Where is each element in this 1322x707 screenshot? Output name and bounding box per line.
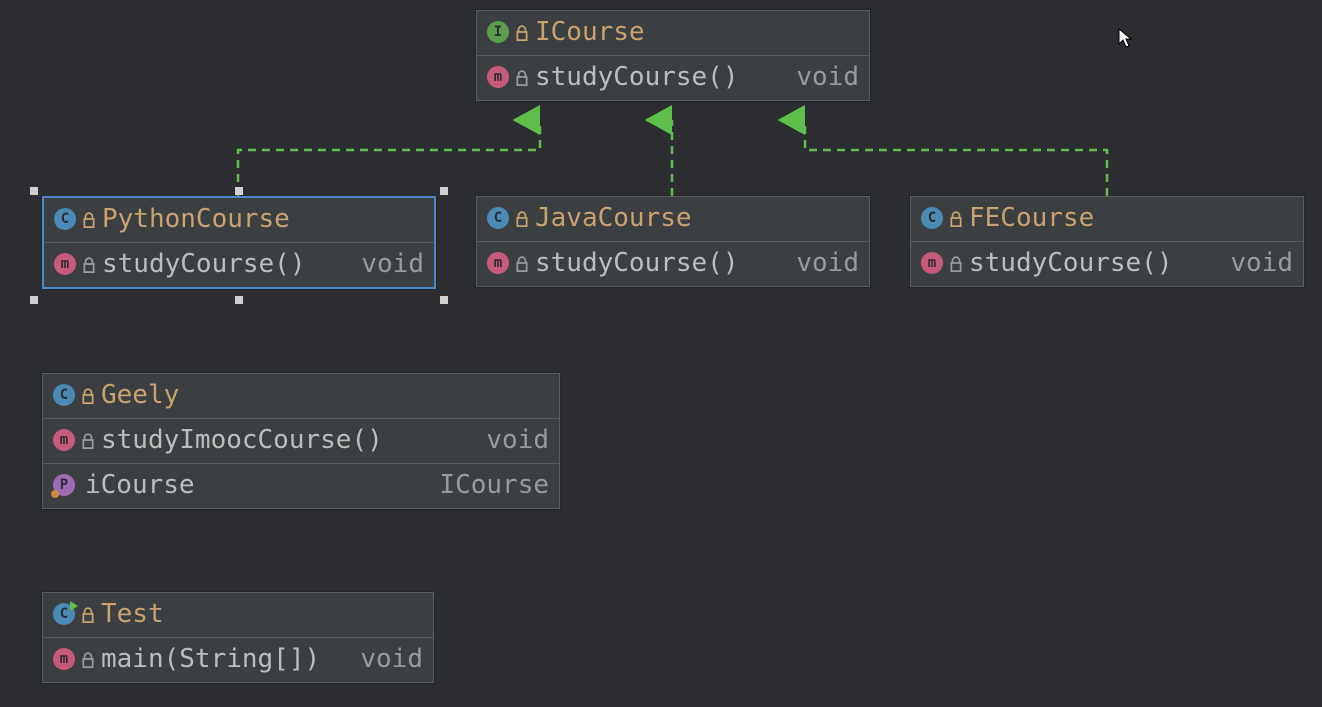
member-name: iCourse (85, 470, 433, 500)
lock-icon (949, 256, 963, 270)
member-name: main(String[]) (101, 644, 354, 674)
lock-icon (82, 257, 96, 271)
member-return: ICourse (439, 470, 549, 500)
node-header: C Geely (43, 374, 559, 419)
lock-icon (81, 433, 95, 447)
node-header: I ICourse (477, 11, 869, 56)
member-return: void (361, 249, 424, 279)
lock-icon (949, 211, 963, 225)
lock-icon (81, 607, 95, 621)
member-name: studyCourse() (535, 248, 790, 278)
member-row[interactable]: m studyCourse() void (911, 242, 1303, 286)
class-node-fecourse[interactable]: C FECourse m studyCourse() void (910, 196, 1304, 287)
property-icon: P (53, 474, 75, 496)
method-icon: m (54, 253, 76, 275)
lock-icon (515, 256, 529, 270)
class-node-pythoncourse[interactable]: C PythonCourse m studyCourse() void (42, 196, 436, 289)
method-icon: m (487, 66, 509, 88)
member-row[interactable]: m main(String[]) void (43, 638, 433, 682)
diagram-canvas[interactable]: I ICourse m studyCourse() void C PythonC… (0, 0, 1322, 707)
lock-icon (81, 652, 95, 666)
mouse-cursor-icon (1118, 28, 1134, 50)
class-name: FECourse (969, 203, 1094, 233)
lock-icon (515, 70, 529, 84)
method-icon: m (53, 429, 75, 451)
class-icon: C (921, 207, 943, 229)
member-name: studyImoocCourse() (101, 425, 480, 455)
lock-icon (515, 25, 529, 39)
class-node-icourse[interactable]: I ICourse m studyCourse() void (476, 10, 870, 101)
method-icon: m (53, 648, 75, 670)
class-node-test[interactable]: C Test m main(String[]) void (42, 592, 434, 683)
member-name: studyCourse() (535, 62, 790, 92)
class-name: PythonCourse (102, 204, 290, 234)
member-row[interactable]: m studyImoocCourse() void (43, 419, 559, 463)
member-row[interactable]: m studyCourse() void (477, 242, 869, 286)
class-name: ICourse (535, 17, 645, 47)
interface-icon: I (487, 21, 509, 43)
member-return: void (360, 644, 423, 674)
member-name: studyCourse() (969, 248, 1224, 278)
member-return: void (796, 62, 859, 92)
member-row[interactable]: m studyCourse() void (477, 56, 869, 100)
class-name: JavaCourse (535, 203, 692, 233)
member-return: void (796, 248, 859, 278)
runnable-class-icon: C (53, 603, 75, 625)
member-row[interactable]: P iCourse ICourse (43, 463, 559, 508)
class-name: Geely (101, 380, 179, 410)
member-return: void (1230, 248, 1293, 278)
node-header: C JavaCourse (477, 197, 869, 242)
member-name: studyCourse() (102, 249, 355, 279)
class-node-javacourse[interactable]: C JavaCourse m studyCourse() void (476, 196, 870, 287)
class-icon: C (53, 384, 75, 406)
class-name: Test (101, 599, 164, 629)
lock-icon (81, 388, 95, 402)
node-header: C PythonCourse (44, 198, 434, 243)
class-icon: C (487, 207, 509, 229)
class-icon: C (54, 208, 76, 230)
node-header: C FECourse (911, 197, 1303, 242)
member-row[interactable]: m studyCourse() void (44, 243, 434, 287)
member-return: void (486, 425, 549, 455)
lock-icon (82, 212, 96, 226)
lock-icon (515, 211, 529, 225)
method-icon: m (921, 252, 943, 274)
method-icon: m (487, 252, 509, 274)
node-header: C Test (43, 593, 433, 638)
class-node-geely[interactable]: C Geely m studyImoocCourse() void P iCou… (42, 373, 560, 509)
